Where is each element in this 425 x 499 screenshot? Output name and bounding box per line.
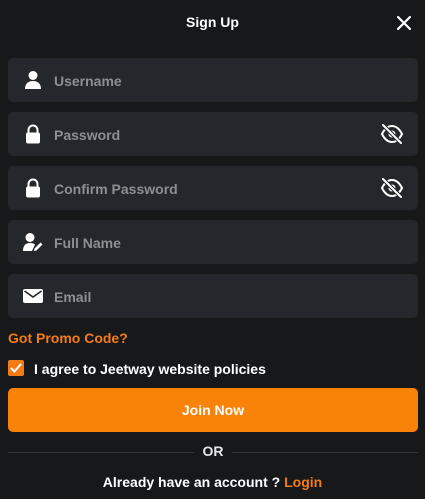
full-name-field[interactable] (8, 220, 418, 266)
login-prompt: Already have an account ? Login (0, 474, 425, 490)
username-input[interactable] (52, 58, 376, 104)
password-input[interactable] (52, 112, 376, 158)
eye-slash-icon[interactable] (380, 124, 404, 144)
agree-checkbox[interactable] (8, 360, 24, 376)
promo-code-link[interactable]: Got Promo Code? (8, 330, 128, 346)
lock-icon (26, 124, 40, 144)
user-icon (25, 71, 41, 89)
lock-icon (26, 178, 40, 198)
email-input[interactable] (52, 274, 376, 320)
page-title: Sign Up (186, 14, 239, 30)
eye-slash-icon[interactable] (380, 178, 404, 198)
confirm-password-input[interactable] (52, 166, 376, 212)
agree-label: I agree to Jeetway website policies (34, 361, 266, 377)
checkmark-icon (10, 363, 22, 373)
user-edit-icon (23, 233, 43, 251)
username-field[interactable] (8, 58, 418, 104)
modal-header: Sign Up (0, 0, 425, 46)
envelope-icon (23, 289, 43, 303)
confirm-password-field[interactable] (8, 166, 418, 212)
close-icon[interactable] (393, 12, 415, 34)
full-name-input[interactable] (52, 220, 376, 266)
or-separator: OR (194, 443, 232, 459)
password-field[interactable] (8, 112, 418, 158)
login-link[interactable]: Login (284, 474, 322, 490)
login-prompt-text: Already have an account ? (102, 474, 285, 490)
email-field[interactable] (8, 274, 418, 320)
join-now-button[interactable]: Join Now (8, 388, 418, 432)
